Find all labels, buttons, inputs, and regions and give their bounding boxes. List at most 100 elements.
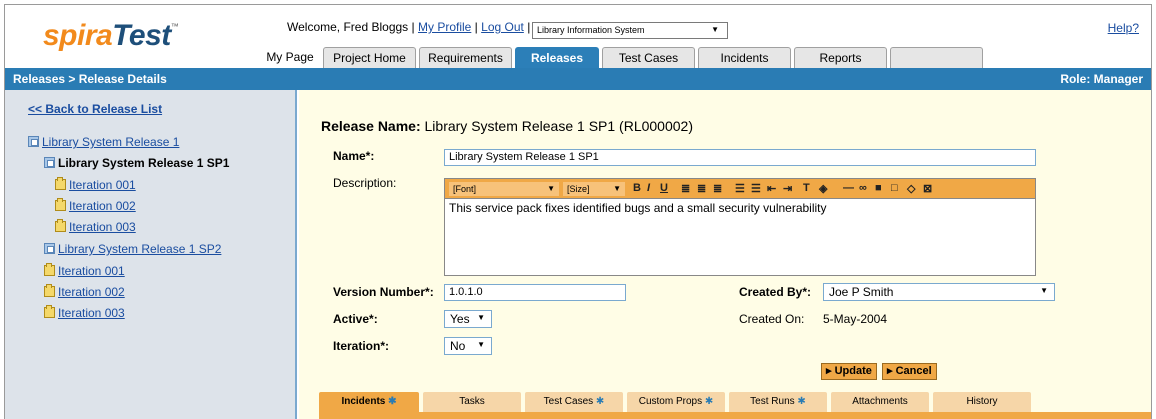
indent-icon[interactable]: ⇥ xyxy=(783,182,792,195)
tab-project-home[interactable]: Project Home xyxy=(323,47,416,69)
release-tree-sidebar: << Back to Release List Library System R… xyxy=(5,90,297,419)
align-left-icon[interactable]: ≣ xyxy=(681,182,690,195)
tab-reports[interactable]: Reports xyxy=(794,47,887,69)
align-center-icon[interactable]: ≣ xyxy=(697,182,706,195)
chevron-down-icon: ▼ xyxy=(613,184,621,193)
outdent-icon[interactable]: ⇤ xyxy=(767,182,776,195)
bold-icon[interactable]: B xyxy=(633,182,641,194)
release-details-panel: Release Name: Library System Release 1 S… xyxy=(299,90,1151,419)
back-to-release-list-link[interactable]: << Back to Release List xyxy=(28,102,162,116)
align-right-icon[interactable]: ≣ xyxy=(713,182,722,195)
role-label: Role: Manager xyxy=(1060,72,1143,86)
name-input[interactable]: Library System Release 1 SP1 xyxy=(444,149,1036,166)
text-color-icon[interactable]: T xyxy=(803,182,810,194)
size-select[interactable]: [Size] ▼ xyxy=(563,182,625,196)
tree-item-iteration-002[interactable]: Iteration 002 xyxy=(55,198,136,213)
created-by-value: Joe P Smith xyxy=(829,285,894,299)
tab-history-sub[interactable]: History xyxy=(933,392,1031,412)
page-title-bar: Releases > Release Details Role: Manager xyxy=(5,68,1151,90)
help-link[interactable]: Help? xyxy=(1108,21,1139,35)
underline-icon[interactable]: U xyxy=(660,182,668,194)
chevron-down-icon: ▼ xyxy=(1040,286,1048,295)
tree-item-label: Iteration 002 xyxy=(69,199,136,213)
table-icon[interactable]: □ xyxy=(891,182,898,194)
subtab-label: History xyxy=(966,396,998,407)
active-value: Yes xyxy=(450,312,470,326)
logo-tm: ™ xyxy=(170,22,179,31)
tree-item-label: Library System Release 1 xyxy=(42,135,180,149)
my-profile-link[interactable]: My Profile xyxy=(418,20,471,34)
release-name-label: Release Name: xyxy=(321,118,421,134)
tree-item-iteration-003[interactable]: Iteration 003 xyxy=(44,305,125,320)
welcome-line: Welcome, Fred Bloggs | My Profile | Log … xyxy=(287,20,530,34)
tab-tasks-sub[interactable]: Tasks xyxy=(423,392,521,412)
source-code-icon[interactable]: ◇ xyxy=(907,182,915,195)
highlight-icon[interactable]: ◈ xyxy=(819,182,827,195)
tree-item-label: Iteration 003 xyxy=(58,306,125,320)
created-on-value: 5-May-2004 xyxy=(823,312,888,326)
tree-item-iteration-003[interactable]: Iteration 003 xyxy=(55,219,136,234)
separator: | xyxy=(474,20,478,34)
ordered-list-icon[interactable]: ☰ xyxy=(735,182,745,195)
tree-item-iteration-001[interactable]: Iteration 001 xyxy=(44,263,125,278)
tab-test-cases[interactable]: Test Cases xyxy=(602,47,695,69)
release-icon xyxy=(44,157,55,168)
tree-item-label: Library System Release 1 SP1 xyxy=(58,156,230,170)
has-items-icon: ✱ xyxy=(797,396,806,407)
tree-item-release-1[interactable]: Library System Release 1 xyxy=(28,135,179,149)
separator: | xyxy=(527,20,531,34)
version-number-label: Version Number*: xyxy=(333,285,434,299)
top-header: spiraTest™ Welcome, Fred Bloggs | My Pro… xyxy=(5,5,1151,69)
chevron-down-icon: ▼ xyxy=(547,184,555,193)
subtab-content-bar xyxy=(319,412,1151,419)
subtab-label: Test Cases xyxy=(543,396,594,407)
description-label: Description: xyxy=(333,176,397,190)
log-out-link[interactable]: Log Out xyxy=(481,20,524,34)
tab-test-runs-sub[interactable]: Test Runs ✱ xyxy=(729,392,827,412)
iteration-value: No xyxy=(450,339,466,353)
cancel-button[interactable]: ▸ Cancel xyxy=(882,363,937,380)
link-icon[interactable]: ∞ xyxy=(859,182,867,194)
project-select-value: Library Information System xyxy=(537,25,645,35)
tab-test-cases-sub[interactable]: Test Cases ✱ xyxy=(525,392,623,412)
iteration-icon xyxy=(44,284,55,297)
version-number-input[interactable]: 1.0.1.0 xyxy=(444,284,626,301)
release-name-heading: Release Name: Library System Release 1 S… xyxy=(321,118,693,134)
name-label: Name*: xyxy=(333,149,375,163)
release-icon xyxy=(28,136,39,147)
tab-releases[interactable]: Releases xyxy=(515,47,599,69)
project-select[interactable]: Library Information System ▼ xyxy=(532,22,728,39)
iteration-icon xyxy=(55,198,66,211)
iteration-select[interactable]: No ▼ xyxy=(444,337,492,355)
active-select[interactable]: Yes ▼ xyxy=(444,310,492,328)
description-text[interactable]: This service pack fixes identified bugs … xyxy=(445,199,1035,217)
font-select-value: [Font] xyxy=(453,184,477,194)
has-items-icon: ✱ xyxy=(388,396,397,407)
tab-custom-props-sub[interactable]: Custom Props ✱ xyxy=(627,392,725,412)
tab-my-page[interactable]: My Page xyxy=(260,47,320,69)
app-window: spiraTest™ Welcome, Fred Bloggs | My Pro… xyxy=(4,4,1152,419)
chevron-down-icon: ▼ xyxy=(477,340,485,349)
tree-item-iteration-002[interactable]: Iteration 002 xyxy=(44,284,125,299)
release-icon xyxy=(44,243,55,254)
font-select[interactable]: [Font] ▼ xyxy=(449,182,559,196)
tab-incidents-sub[interactable]: Incidents ✱ xyxy=(319,392,419,412)
tab-requirements[interactable]: Requirements xyxy=(419,47,512,69)
italic-icon[interactable]: I xyxy=(647,182,650,194)
created-by-select[interactable]: Joe P Smith ▼ xyxy=(823,283,1055,301)
update-button[interactable]: ▸ Update xyxy=(821,363,877,380)
image-icon[interactable]: ■ xyxy=(875,182,882,194)
separator: | xyxy=(411,20,415,34)
tab-attachments-sub[interactable]: Attachments xyxy=(831,392,929,412)
unordered-list-icon[interactable]: ☰ xyxy=(751,182,761,195)
iteration-icon xyxy=(55,177,66,190)
tree-item-iteration-001[interactable]: Iteration 001 xyxy=(55,177,136,192)
tree-item-release-1-sp2[interactable]: Library System Release 1 SP2 xyxy=(44,242,221,256)
horizontal-rule-icon[interactable]: — xyxy=(843,182,854,194)
tree-item-label: Iteration 003 xyxy=(69,220,136,234)
spiratest-logo[interactable]: spiraTest™ xyxy=(43,19,179,53)
tree-item-release-1-sp1[interactable]: Library System Release 1 SP1 xyxy=(44,156,229,170)
tab-incidents[interactable]: Incidents xyxy=(698,47,791,69)
fullscreen-icon[interactable]: ⊠ xyxy=(923,182,932,195)
breadcrumb: Releases > Release Details xyxy=(13,72,167,86)
